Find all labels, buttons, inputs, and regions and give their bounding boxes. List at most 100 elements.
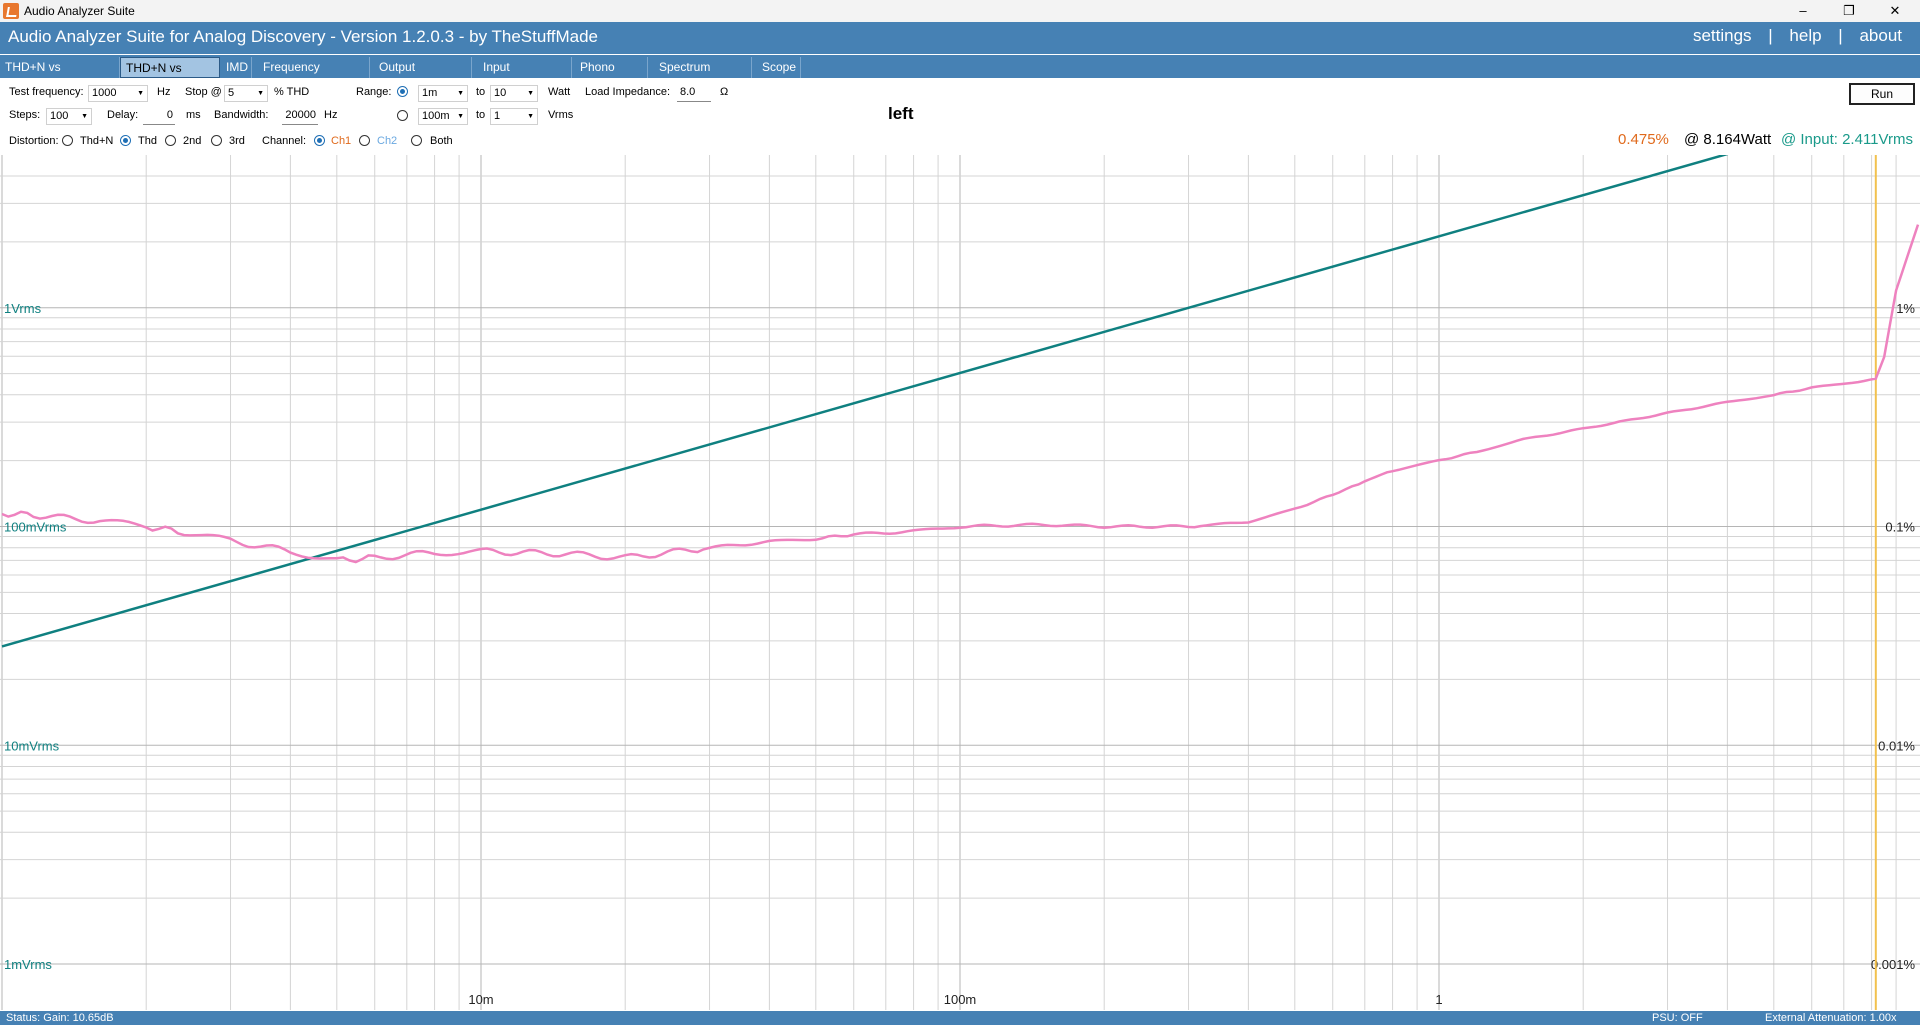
x-tick-label: 1: [1435, 992, 1442, 1007]
bandwidth-label: Bandwidth:: [214, 109, 269, 121]
tab-thd-vs-power[interactable]: THD+N vs Power: [120, 57, 220, 96]
chevron-down-icon: ▼: [527, 113, 534, 120]
dist-thd-radio[interactable]: [120, 135, 131, 146]
right-tick-label: 0.01%: [1878, 738, 1915, 753]
channel-ch1-radio[interactable]: [314, 135, 325, 146]
range2-from-select[interactable]: 100m ▼: [418, 108, 468, 125]
range2-from-value: 100m: [422, 110, 450, 122]
thd-unit: % THD: [274, 86, 310, 98]
dist-thdn-radio[interactable]: [62, 135, 73, 146]
about-link[interactable]: about: [1859, 26, 1902, 45]
channel-both-label: Both: [430, 135, 453, 147]
chevron-down-icon: ▼: [457, 113, 464, 120]
input-readout: @ Input: 2.411Vrms: [1781, 131, 1913, 148]
app-title: Audio Analyzer Suite for Analog Discover…: [8, 27, 598, 46]
range2-to-value: 1: [494, 110, 501, 122]
channel-both-radio[interactable]: [411, 135, 422, 146]
channel-ch2-radio[interactable]: [359, 135, 370, 146]
steps-select[interactable]: 100 ▼: [46, 108, 92, 125]
steps-label: Steps:: [9, 109, 41, 121]
ohm-unit: Ω: [720, 86, 729, 98]
dist-2nd-label: 2nd: [183, 135, 202, 147]
tab-imd[interactable]: IMD: [221, 57, 252, 78]
tab-spectrum-analyzer[interactable]: Spectrum Analyzer: [654, 57, 752, 95]
range1-to-select[interactable]: 10 ▼: [490, 85, 538, 102]
stop-label: Stop @: [185, 86, 222, 98]
window-titlebar: Audio Analyzer Suite – ❐ ✕: [0, 0, 1920, 22]
test-frequency-value: 1000: [92, 87, 117, 99]
range2-to-select[interactable]: 1 ▼: [490, 108, 538, 125]
channel-ch1-label: Ch1: [331, 135, 352, 147]
controls-panel: Test frequency: 1000 ▼ Hz Stop @ 5 ▼ % THD…: [0, 79, 1920, 154]
dist-2nd-radio[interactable]: [165, 135, 176, 146]
power-readout: @ 8.164Watt: [1684, 131, 1772, 148]
vrms-unit: Vrms: [548, 109, 574, 121]
app-logo-icon: [3, 3, 19, 19]
chevron-down-icon: ▼: [527, 90, 534, 97]
stop-threshold-select[interactable]: 5 ▼: [224, 85, 268, 102]
chevron-down-icon: ▼: [137, 90, 144, 97]
range1-from-value: 1m: [422, 87, 438, 99]
tab-frequency-response[interactable]: Frequency Response: [258, 57, 370, 95]
header-links: settings | help | about: [1687, 26, 1908, 46]
tab-scope[interactable]: Scope: [757, 57, 801, 78]
left-tick-label: 100mVrms: [4, 520, 67, 535]
psu-status: PSU: OFF: [1652, 1012, 1703, 1024]
channel-title: left: [888, 104, 914, 123]
maximize-icon[interactable]: ❐: [1826, 0, 1872, 22]
load-impedance-label: Load Impedance:: [585, 86, 671, 98]
minimize-icon[interactable]: –: [1780, 0, 1826, 22]
separator: |: [1838, 26, 1843, 45]
range1-to-value: 10: [494, 87, 507, 99]
left-tick-label: 1mVrms: [4, 957, 52, 972]
close-icon[interactable]: ✕: [1872, 0, 1918, 22]
right-tick-label: 1%: [1896, 301, 1915, 316]
dist-thd-label: Thd: [138, 135, 157, 147]
dist-3rd-radio[interactable]: [211, 135, 222, 146]
range-vrms-radio[interactable]: [397, 110, 408, 121]
test-frequency-label: Test frequency:: [9, 86, 84, 98]
tab-input-impedance[interactable]: Input Impedance: [478, 57, 572, 95]
app-header: Audio Analyzer Suite for Analog Discover…: [0, 22, 1920, 54]
ms-unit: ms: [186, 109, 201, 121]
delay-label: Delay:: [107, 109, 139, 121]
delay-input[interactable]: 0: [143, 107, 175, 125]
right-tick-label: 0.001%: [1871, 957, 1916, 972]
watt-unit: Watt: [548, 86, 571, 98]
range-watt-radio[interactable]: [397, 86, 408, 97]
hz-unit: Hz: [324, 109, 338, 121]
chevron-down-icon: ▼: [457, 90, 464, 97]
right-tick-label: 0.1%: [1885, 520, 1915, 535]
status-text: Status: Gain: 10.65dB: [6, 1012, 114, 1024]
to-label: to: [476, 86, 486, 98]
chevron-down-icon: ▼: [257, 90, 264, 97]
tab-thd-vs-frequency[interactable]: THD+N vs Frequency: [0, 57, 120, 95]
distortion-label: Distortion:: [9, 135, 59, 147]
range-label: Range:: [356, 86, 392, 98]
dist-3rd-label: 3rd: [229, 135, 245, 147]
tab-bar: THD+N vs Frequency THD+N vs Power IMD Fr…: [0, 55, 1920, 96]
range1-from-select[interactable]: 1m ▼: [418, 85, 468, 102]
test-frequency-select[interactable]: 1000 ▼: [88, 85, 148, 102]
left-tick-label: 10mVrms: [4, 738, 60, 753]
run-button[interactable]: Run: [1849, 83, 1915, 105]
help-link[interactable]: help: [1789, 26, 1821, 45]
attenuation-status: External Attenuation: 1.00x: [1765, 1012, 1897, 1024]
steps-value: 100: [50, 110, 69, 122]
thd-readout: 0.475%: [1618, 131, 1669, 148]
tab-output-impedance[interactable]: Output Impedance: [374, 57, 472, 95]
load-impedance-input[interactable]: 8.0: [677, 84, 711, 102]
chevron-down-icon: ▼: [81, 113, 88, 120]
separator: |: [1768, 26, 1773, 45]
bandwidth-input[interactable]: 20000: [282, 107, 318, 125]
x-tick-label: 10m: [468, 992, 493, 1007]
thd-vs-power-chart: 10m100m1 10Vrms1Vrms100mVrms10mVrms1mVrm…: [0, 155, 1920, 1010]
left-tick-label: 1Vrms: [4, 301, 42, 316]
channel-label: Channel:: [262, 135, 307, 147]
channel-ch2-label: Ch2: [377, 135, 398, 147]
tab-phono-stage[interactable]: Phono Stage: [575, 57, 648, 95]
window-title: Audio Analyzer Suite: [24, 4, 135, 18]
settings-link[interactable]: settings: [1693, 26, 1752, 45]
stop-value: 5: [228, 87, 235, 99]
to-label: to: [476, 109, 486, 121]
